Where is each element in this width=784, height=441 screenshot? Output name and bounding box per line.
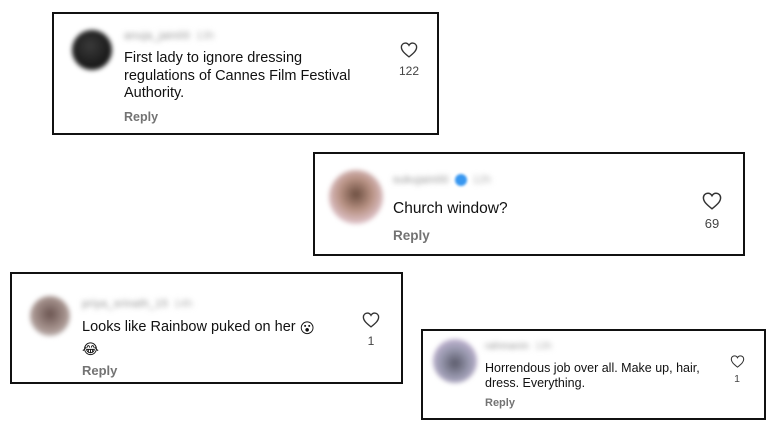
comment-text-content: Looks like Rainbow puked on her	[82, 319, 296, 335]
avatar[interactable]	[329, 170, 383, 224]
comment-meta: anuja_jain00 13h	[124, 30, 214, 42]
like-count: 69	[704, 216, 720, 231]
reply-button[interactable]: Reply	[485, 397, 515, 409]
comment-meta: sukujain00 12h	[393, 174, 491, 186]
laughing-emoji: 😂	[82, 341, 99, 358]
timestamp: 12h	[472, 174, 491, 186]
username[interactable]: sukujain00	[393, 174, 449, 186]
like-button[interactable]: 69	[696, 192, 728, 231]
username[interactable]: anuja_jain00	[124, 30, 190, 42]
comment-card: sukujain00 12h Church window? Reply 69	[313, 152, 745, 256]
reply-button[interactable]: Reply	[124, 110, 158, 124]
like-button[interactable]: 1	[725, 355, 749, 385]
comment-card: anuja_jain00 13h First lady to ignore dr…	[52, 12, 439, 135]
comment-card: rahmanin 13h Horrendous job over all. Ma…	[421, 329, 766, 420]
like-button[interactable]: 122	[392, 42, 426, 78]
comment-text: First lady to ignore dressing regulation…	[124, 50, 351, 102]
like-count: 122	[398, 64, 420, 78]
reply-button[interactable]: Reply	[82, 363, 117, 378]
like-count: 1	[367, 334, 375, 348]
heart-outline-icon[interactable]	[362, 312, 380, 328]
like-button[interactable]: 1	[355, 312, 387, 348]
comment-meta: rahmanin 13h	[485, 341, 552, 352]
username[interactable]: priya_srinath_15	[82, 298, 168, 310]
heart-outline-icon[interactable]	[400, 42, 418, 58]
like-count: 1	[734, 373, 740, 385]
username[interactable]: rahmanin	[485, 341, 529, 352]
astonished-emoji: 😮	[299, 321, 315, 337]
timestamp: 14h	[174, 298, 193, 310]
timestamp: 13h	[535, 341, 552, 352]
verified-badge-icon	[454, 174, 467, 186]
comment-text: Church window?	[393, 200, 508, 217]
avatar[interactable]	[30, 296, 70, 336]
heart-outline-icon[interactable]	[702, 192, 722, 210]
comment-meta: priya_srinath_15 14h	[82, 298, 193, 310]
avatar[interactable]	[72, 30, 112, 70]
comment-text: Looks like Rainbow puked on her 😮 😂	[82, 318, 332, 359]
timestamp: 13h	[196, 30, 215, 42]
reply-button[interactable]: Reply	[393, 228, 430, 243]
avatar[interactable]	[433, 339, 477, 383]
comment-text: Horrendous job over all. Make up, hair, …	[485, 361, 700, 391]
heart-outline-icon[interactable]	[730, 355, 745, 368]
comment-card: priya_srinath_15 14h Looks like Rainbow …	[10, 272, 403, 384]
